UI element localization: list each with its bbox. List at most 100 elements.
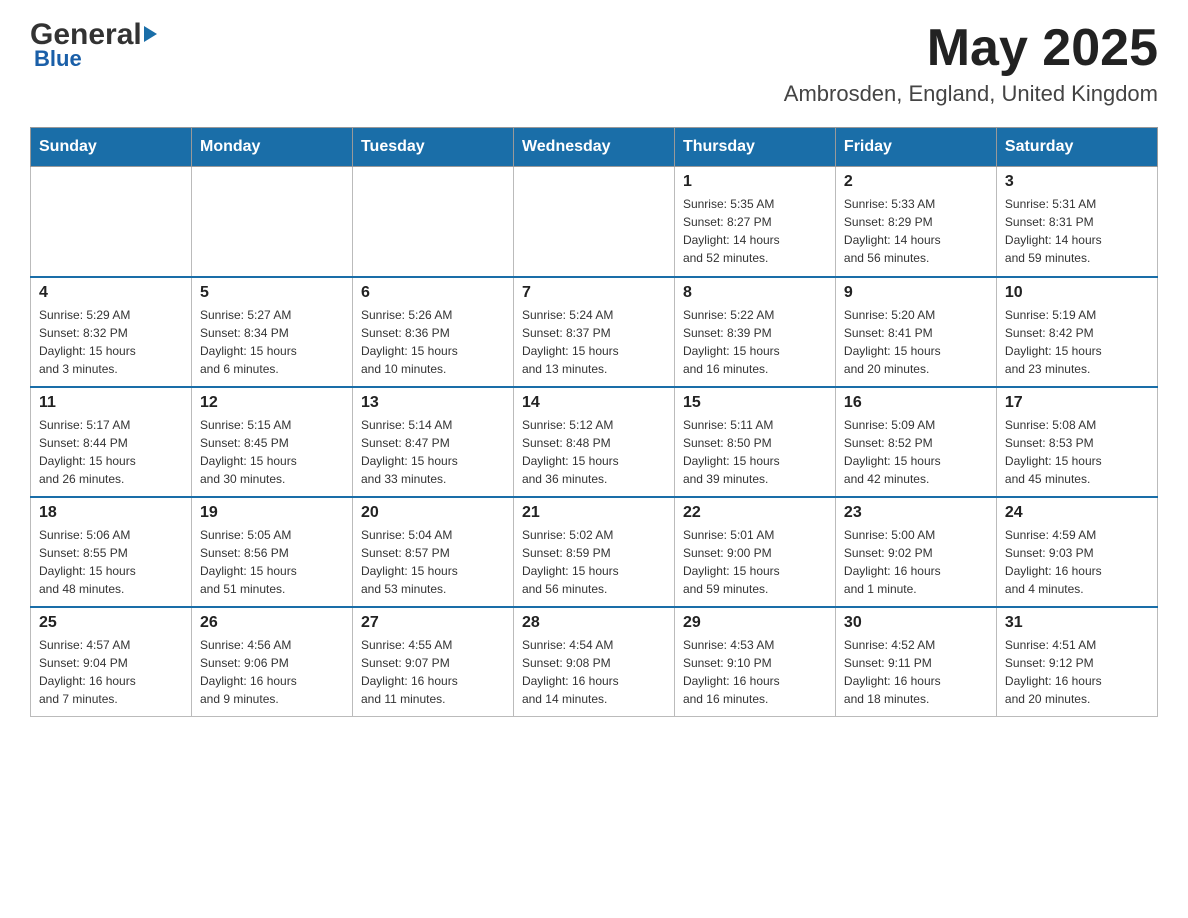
day-info: Sunrise: 5:06 AMSunset: 8:55 PMDaylight:… (39, 526, 183, 598)
calendar-cell (31, 167, 192, 277)
day-info: Sunrise: 5:31 AMSunset: 8:31 PMDaylight:… (1005, 195, 1149, 267)
day-info: Sunrise: 5:24 AMSunset: 8:37 PMDaylight:… (522, 306, 666, 378)
calendar-cell: 10Sunrise: 5:19 AMSunset: 8:42 PMDayligh… (996, 277, 1157, 387)
day-number: 7 (522, 284, 666, 302)
day-number: 28 (522, 614, 666, 632)
day-number: 22 (683, 504, 827, 522)
day-info: Sunrise: 4:56 AMSunset: 9:06 PMDaylight:… (200, 636, 344, 708)
day-number: 6 (361, 284, 505, 302)
calendar-cell (352, 167, 513, 277)
page-header: General Blue May 2025 Ambrosden, England… (30, 20, 1158, 107)
day-number: 17 (1005, 394, 1149, 412)
day-info: Sunrise: 5:26 AMSunset: 8:36 PMDaylight:… (361, 306, 505, 378)
calendar-cell: 28 Sunrise: 4:54 AMSunset: 9:08 PMDayligh… (513, 607, 674, 717)
day-number: 3 (1005, 173, 1149, 191)
calendar-cell: 31 Sunrise: 4:51 AMSunset: 9:12 PMDayligh… (996, 607, 1157, 717)
calendar-header-row: SundayMondayTuesdayWednesdayThursdayFrid… (31, 128, 1158, 167)
day-number: 29 (683, 614, 827, 632)
day-info: Sunrise: 5:22 AMSunset: 8:39 PMDaylight:… (683, 306, 827, 378)
calendar-header-wednesday: Wednesday (513, 128, 674, 167)
day-number: 23 (844, 504, 988, 522)
calendar-cell (191, 167, 352, 277)
day-number: 4 (39, 284, 183, 302)
day-info: Sunrise: 5:00 AMSunset: 9:02 PMDaylight:… (844, 526, 988, 598)
calendar-cell: 1Sunrise: 5:35 AMSunset: 8:27 PMDaylight… (674, 167, 835, 277)
day-number: 31 (1005, 614, 1149, 632)
day-number: 13 (361, 394, 505, 412)
day-info: Sunrise: 4:59 AMSunset: 9:03 PMDaylight:… (1005, 526, 1149, 598)
day-number: 16 (844, 394, 988, 412)
day-info: Sunrise: 5:14 AMSunset: 8:47 PMDaylight:… (361, 416, 505, 488)
day-info: Sunrise: 5:17 AMSunset: 8:44 PMDaylight:… (39, 416, 183, 488)
day-number: 18 (39, 504, 183, 522)
calendar-cell: 24 Sunrise: 4:59 AMSunset: 9:03 PMDayligh… (996, 497, 1157, 607)
calendar-cell: 20Sunrise: 5:04 AMSunset: 8:57 PMDayligh… (352, 497, 513, 607)
day-number: 26 (200, 614, 344, 632)
day-number: 8 (683, 284, 827, 302)
calendar-cell: 19 Sunrise: 5:05 AMSunset: 8:56 PMDayligh… (191, 497, 352, 607)
calendar-table: SundayMondayTuesdayWednesdayThursdayFrid… (30, 127, 1158, 717)
calendar-cell: 7 Sunrise: 5:24 AMSunset: 8:37 PMDaylight… (513, 277, 674, 387)
calendar-header-saturday: Saturday (996, 128, 1157, 167)
day-info: Sunrise: 5:05 AMSunset: 8:56 PMDaylight:… (200, 526, 344, 598)
calendar-cell: 26 Sunrise: 4:56 AMSunset: 9:06 PMDayligh… (191, 607, 352, 717)
day-number: 11 (39, 394, 183, 412)
calendar-cell: 9 Sunrise: 5:20 AMSunset: 8:41 PMDaylight… (835, 277, 996, 387)
day-info: Sunrise: 5:15 AMSunset: 8:45 PMDaylight:… (200, 416, 344, 488)
day-info: Sunrise: 5:02 AMSunset: 8:59 PMDaylight:… (522, 526, 666, 598)
calendar-cell: 4 Sunrise: 5:29 AMSunset: 8:32 PMDaylight… (31, 277, 192, 387)
calendar-cell: 27Sunrise: 4:55 AMSunset: 9:07 PMDayligh… (352, 607, 513, 717)
calendar-week-row: 11 Sunrise: 5:17 AMSunset: 8:44 PMDayligh… (31, 387, 1158, 497)
calendar-week-row: 1Sunrise: 5:35 AMSunset: 8:27 PMDaylight… (31, 167, 1158, 277)
day-number: 24 (1005, 504, 1149, 522)
day-number: 14 (522, 394, 666, 412)
day-info: Sunrise: 5:20 AMSunset: 8:41 PMDaylight:… (844, 306, 988, 378)
title-block: May 2025 Ambrosden, England, United King… (784, 20, 1158, 107)
logo-blue-text: Blue (34, 46, 82, 72)
logo-arrow-icon (144, 26, 157, 42)
calendar-cell: 11 Sunrise: 5:17 AMSunset: 8:44 PMDayligh… (31, 387, 192, 497)
calendar-cell: 29 Sunrise: 4:53 AMSunset: 9:10 PMDayligh… (674, 607, 835, 717)
calendar-cell: 30Sunrise: 4:52 AMSunset: 9:11 PMDayligh… (835, 607, 996, 717)
day-info: Sunrise: 5:11 AMSunset: 8:50 PMDaylight:… (683, 416, 827, 488)
day-info: Sunrise: 4:57 AMSunset: 9:04 PMDaylight:… (39, 636, 183, 708)
day-info: Sunrise: 5:04 AMSunset: 8:57 PMDaylight:… (361, 526, 505, 598)
day-info: Sunrise: 5:01 AMSunset: 9:00 PMDaylight:… (683, 526, 827, 598)
day-info: Sunrise: 5:29 AMSunset: 8:32 PMDaylight:… (39, 306, 183, 378)
day-number: 27 (361, 614, 505, 632)
calendar-cell: 23 Sunrise: 5:00 AMSunset: 9:02 PMDayligh… (835, 497, 996, 607)
main-title: May 2025 (784, 20, 1158, 77)
calendar-cell: 18 Sunrise: 5:06 AMSunset: 8:55 PMDayligh… (31, 497, 192, 607)
calendar-cell (513, 167, 674, 277)
day-info: Sunrise: 4:53 AMSunset: 9:10 PMDaylight:… (683, 636, 827, 708)
calendar-cell: 2Sunrise: 5:33 AMSunset: 8:29 PMDaylight… (835, 167, 996, 277)
calendar-cell: 15 Sunrise: 5:11 AMSunset: 8:50 PMDayligh… (674, 387, 835, 497)
calendar-cell: 8 Sunrise: 5:22 AMSunset: 8:39 PMDaylight… (674, 277, 835, 387)
calendar-header-thursday: Thursday (674, 128, 835, 167)
day-number: 15 (683, 394, 827, 412)
subtitle: Ambrosden, England, United Kingdom (784, 81, 1158, 107)
day-number: 25 (39, 614, 183, 632)
calendar-week-row: 18 Sunrise: 5:06 AMSunset: 8:55 PMDayligh… (31, 497, 1158, 607)
day-number: 12 (200, 394, 344, 412)
day-number: 21 (522, 504, 666, 522)
calendar-cell: 14 Sunrise: 5:12 AMSunset: 8:48 PMDayligh… (513, 387, 674, 497)
calendar-cell: 5Sunrise: 5:27 AMSunset: 8:34 PMDaylight… (191, 277, 352, 387)
day-info: Sunrise: 4:52 AMSunset: 9:11 PMDaylight:… (844, 636, 988, 708)
calendar-header-monday: Monday (191, 128, 352, 167)
day-info: Sunrise: 5:12 AMSunset: 8:48 PMDaylight:… (522, 416, 666, 488)
day-number: 9 (844, 284, 988, 302)
calendar-cell: 6 Sunrise: 5:26 AMSunset: 8:36 PMDaylight… (352, 277, 513, 387)
calendar-cell: 12 Sunrise: 5:15 AMSunset: 8:45 PMDayligh… (191, 387, 352, 497)
calendar-cell: 3 Sunrise: 5:31 AMSunset: 8:31 PMDaylight… (996, 167, 1157, 277)
day-info: Sunrise: 4:54 AMSunset: 9:08 PMDaylight:… (522, 636, 666, 708)
day-number: 5 (200, 284, 344, 302)
calendar-week-row: 4 Sunrise: 5:29 AMSunset: 8:32 PMDaylight… (31, 277, 1158, 387)
calendar-cell: 13 Sunrise: 5:14 AMSunset: 8:47 PMDayligh… (352, 387, 513, 497)
day-info: Sunrise: 5:19 AMSunset: 8:42 PMDaylight:… (1005, 306, 1149, 378)
calendar-header-friday: Friday (835, 128, 996, 167)
day-info: Sunrise: 4:51 AMSunset: 9:12 PMDaylight:… (1005, 636, 1149, 708)
calendar-cell: 21 Sunrise: 5:02 AMSunset: 8:59 PMDayligh… (513, 497, 674, 607)
day-number: 19 (200, 504, 344, 522)
calendar-cell: 16Sunrise: 5:09 AMSunset: 8:52 PMDayligh… (835, 387, 996, 497)
